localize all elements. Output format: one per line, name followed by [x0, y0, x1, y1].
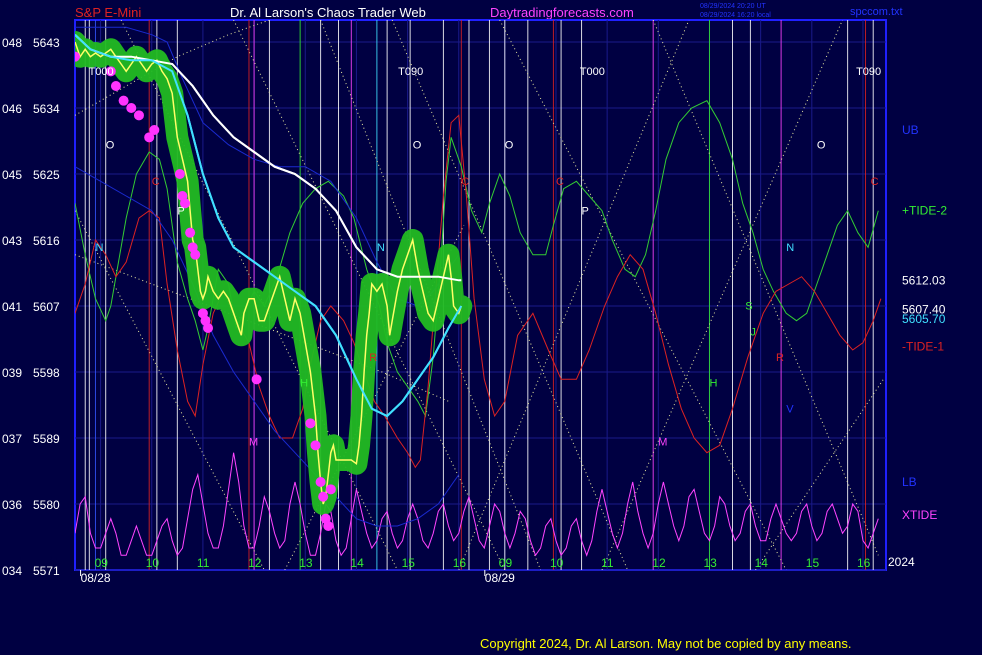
y-code-043: 043	[2, 234, 22, 248]
chart: S&P E-Mini Dr. Al Larson's Chaos Trader …	[0, 0, 982, 650]
planet-letter-1: C	[152, 176, 160, 188]
copyright-notice: Copyright 2024, Dr. Al Larson. May not b…	[480, 636, 852, 651]
x-tick-11: 12	[652, 556, 666, 570]
y-price-5634: 5634	[33, 102, 60, 116]
planet-letter-20: O	[817, 139, 826, 151]
planet-letter-15: S	[745, 301, 752, 313]
y-code-037: 037	[2, 432, 22, 446]
planet-letter-2: P	[177, 205, 184, 217]
planet-letter-17: R	[776, 352, 784, 364]
x-tick-9: 10	[550, 556, 564, 570]
right-label-2: 5612.03	[902, 273, 946, 287]
y-price-5616: 5616	[33, 234, 60, 248]
x-tick-0: 09	[95, 556, 109, 570]
signal-dot-24	[325, 484, 336, 495]
top-marker-3: T090	[856, 66, 881, 78]
y-price-5580: 5580	[33, 498, 60, 512]
x-tick-2: 11	[197, 556, 210, 570]
chart-svg: S&P E-Mini Dr. Al Larson's Chaos Trader …	[0, 0, 982, 650]
year-label: 2024	[888, 555, 915, 569]
x-tick-5: 14	[350, 556, 364, 570]
y-code-041: 041	[2, 300, 22, 314]
signal-dot-2	[110, 81, 121, 91]
planet-letter-16: J	[750, 326, 756, 338]
planet-letter-21: C	[871, 176, 879, 188]
signal-dot-3	[118, 95, 129, 106]
y-code-036: 036	[2, 498, 22, 512]
y-code-045: 045	[2, 168, 22, 182]
signal-dot-23	[323, 521, 334, 531]
signal-dot-8	[174, 169, 185, 179]
y-code-048: 048	[2, 36, 22, 50]
right-label-6: LB	[902, 475, 917, 489]
planet-letter-6: O	[413, 139, 422, 151]
signal-dot-16	[203, 323, 214, 333]
x-tick-8: 09	[499, 556, 513, 570]
x-tick-3: 12	[248, 556, 262, 570]
y-price-5625: 5625	[33, 168, 60, 182]
y-price-5598: 5598	[33, 366, 60, 380]
right-label-0: UB	[902, 123, 919, 137]
x-tick-13: 14	[755, 556, 769, 570]
site-url: Daytradingforecasts.com	[490, 5, 634, 20]
signal-dot-5	[133, 110, 144, 121]
planet-letter-13: M	[658, 436, 667, 448]
date-label-0: 08/28	[81, 571, 111, 585]
signal-dot-21	[318, 491, 329, 502]
signal-dot-7	[149, 125, 160, 135]
x-tick-4: 13	[299, 556, 313, 570]
planet-letter-8: C	[461, 176, 469, 188]
right-label-7: XTIDE	[902, 508, 937, 522]
x-tick-12: 13	[703, 556, 717, 570]
planet-letter-19: V	[786, 403, 794, 415]
y-price-5643: 5643	[33, 36, 60, 50]
right-label-5: -TIDE-1	[902, 339, 944, 353]
x-tick-15: 16	[857, 556, 871, 570]
instrument-title: S&P E-Mini	[75, 5, 141, 20]
x-tick-14: 15	[806, 556, 820, 570]
top-marker-1: T090	[398, 66, 423, 78]
signal-dot-4	[126, 103, 137, 113]
planet-letter-3: N	[95, 242, 103, 254]
right-label-4: 5605.70	[902, 312, 946, 326]
signal-dot-13	[190, 249, 201, 260]
planet-letter-4: M	[249, 436, 258, 448]
planet-letter-10: O	[505, 139, 514, 151]
planet-letter-11: C	[556, 176, 564, 188]
planet-letter-5: H	[300, 378, 308, 390]
x-tick-6: 15	[402, 556, 416, 570]
signal-dot-17	[251, 374, 262, 385]
x-tick-1: 10	[146, 556, 160, 570]
planet-letter-7: N	[377, 242, 385, 254]
site-title: Dr. Al Larson's Chaos Trader Web	[230, 5, 426, 20]
y-code-039: 039	[2, 366, 22, 380]
top-marker-0: T000	[89, 66, 114, 78]
background	[0, 0, 982, 650]
signal-dot-11	[185, 227, 196, 238]
right-label-1: +TIDE-2	[902, 204, 947, 218]
date-label-1: 08/29	[485, 571, 515, 585]
top-marker-2: T000	[580, 66, 605, 78]
y-price-5607: 5607	[33, 300, 60, 314]
planet-letter-0: O	[106, 139, 115, 151]
signal-dot-19	[310, 440, 321, 451]
y-price-5589: 5589	[33, 432, 60, 446]
planet-letter-12: P	[582, 205, 589, 217]
timestamp-local: 08/29/2024 16:20 local	[700, 12, 771, 19]
x-tick-7: 16	[453, 556, 467, 570]
signal-dot-18	[305, 418, 316, 429]
x-tick-10: 11	[601, 556, 614, 570]
planet-letter-9: R	[369, 352, 377, 364]
signal-dot-20	[315, 477, 326, 487]
y-price-5571: 5571	[33, 564, 60, 578]
timestamp-ut: 08/29/2024 20:20 UT	[700, 3, 766, 10]
planet-letter-18: N	[786, 242, 794, 254]
data-file-name: spccom.txt	[850, 6, 903, 18]
planet-letter-14: H	[709, 378, 717, 390]
y-code-034: 034	[2, 564, 22, 578]
y-code-046: 046	[2, 102, 22, 116]
